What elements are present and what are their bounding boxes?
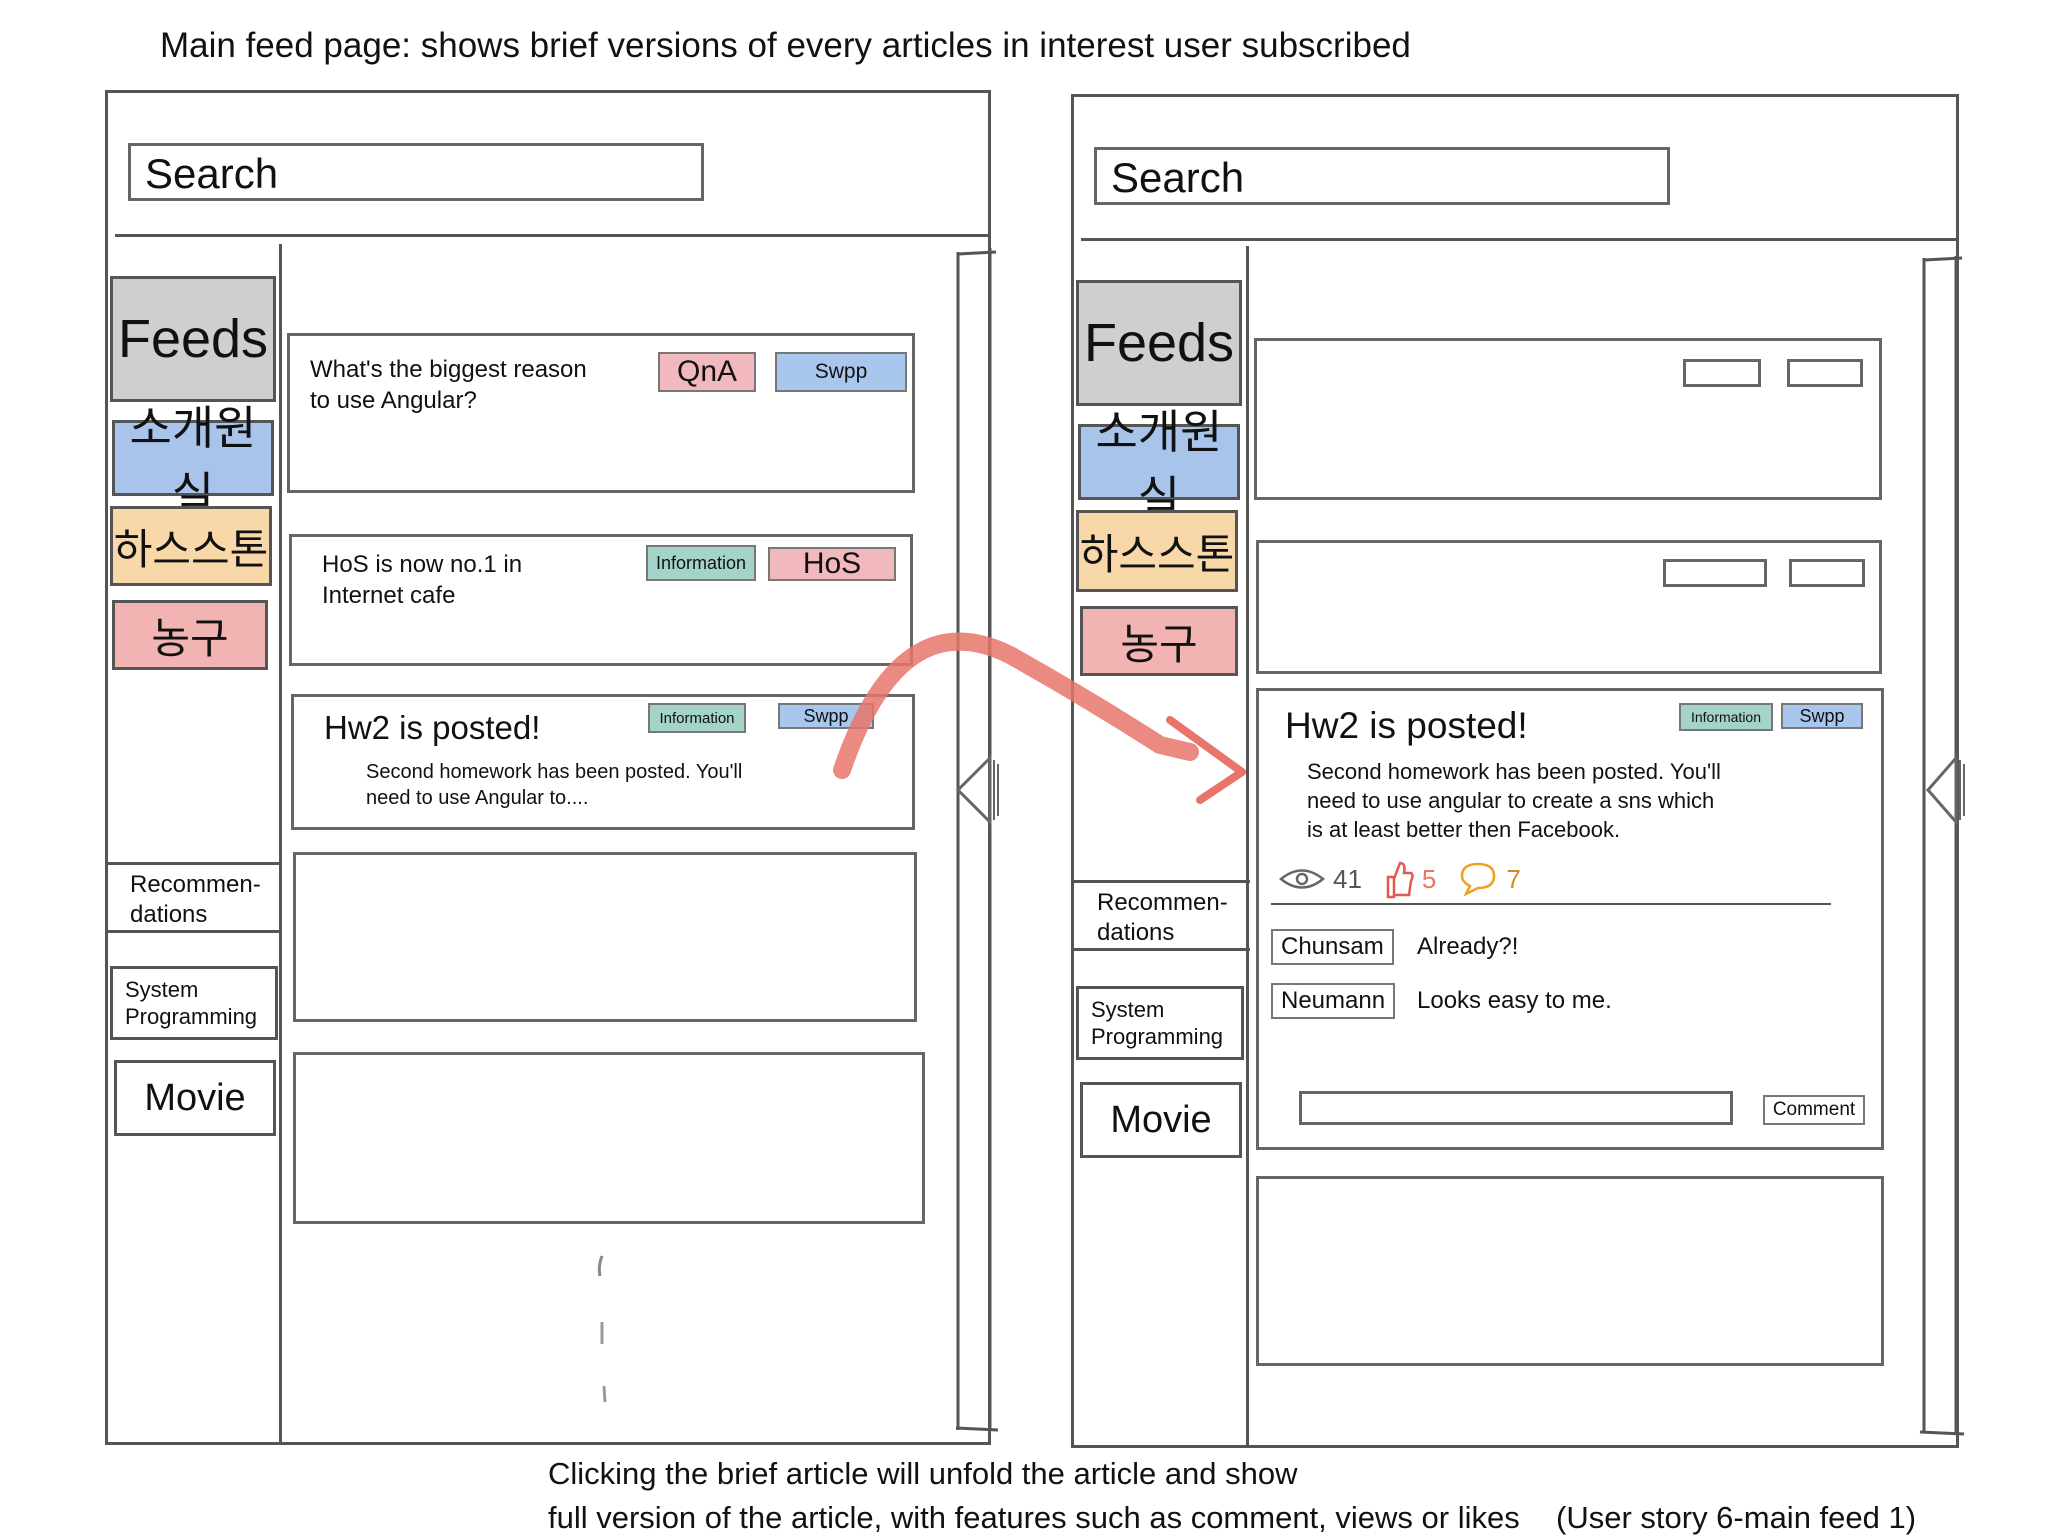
tag-information[interactable]: Information	[646, 545, 756, 581]
article-stats: 41 5 7	[1279, 859, 1535, 899]
comment-button[interactable]: Comment	[1763, 1095, 1865, 1125]
tag-placeholder	[1787, 359, 1863, 387]
right-recommendations-bottom	[1074, 948, 1250, 951]
views-icon	[1279, 869, 1325, 889]
sidebar-item-system-programming[interactable]: System Programming	[1076, 986, 1244, 1060]
feed-card-2[interactable]: HoS is now no.1 in Internet cafe Informa…	[289, 534, 913, 666]
tag-qna[interactable]: QnA	[658, 352, 756, 392]
expanded-article[interactable]: Hw2 is posted! Information Swpp Second h…	[1256, 688, 1884, 1150]
sidebar-item-interest-1[interactable]: 소개원실	[1078, 405, 1240, 525]
sidebar-item-interest-2[interactable]: 하스스톤	[1076, 510, 1238, 592]
sidebar-item-movie[interactable]: Movie	[114, 1060, 276, 1136]
sidebar-item-feeds[interactable]: Feeds	[1076, 280, 1242, 406]
feed-card-3[interactable]: Hw2 is posted! Second homework has been …	[291, 694, 915, 830]
tag-placeholder	[1683, 359, 1761, 387]
feed-card-2-collapsed[interactable]	[1256, 540, 1882, 674]
sidebar-item-system-programming[interactable]: System Programming	[110, 966, 278, 1040]
caption-top: Main feed page: shows brief versions of …	[160, 26, 1411, 65]
comment-input[interactable]	[1299, 1091, 1733, 1125]
left-scrollbar[interactable]	[930, 240, 1000, 1440]
caption-user-story: (User story 6-main feed 1)	[1556, 1500, 1917, 1535]
feed-card-title: HoS is now no.1 in Internet cafe	[322, 551, 523, 609]
search-input[interactable]: Search	[1094, 147, 1670, 205]
tag-swpp[interactable]: Swpp	[778, 703, 874, 729]
like-icon[interactable]	[1384, 859, 1414, 899]
left-header-divider	[115, 234, 991, 237]
comment-text: Already?!	[1417, 933, 1519, 960]
right-header-divider	[1081, 238, 1959, 241]
comments-count: 7	[1506, 863, 1521, 894]
comment-icon[interactable]	[1458, 860, 1498, 898]
comment-author[interactable]: Chunsam	[1271, 929, 1394, 965]
recommendations-label: Recommen- dations	[1097, 889, 1228, 946]
stats-divider	[1271, 903, 1831, 905]
feed-card-5-empty[interactable]	[1256, 1176, 1884, 1366]
tag-hos[interactable]: HoS	[768, 547, 896, 581]
recommendations-label: Recommen- dations	[130, 871, 261, 928]
right-recommendations-top	[1074, 880, 1250, 883]
tag-placeholder	[1663, 559, 1767, 587]
comment-text: Looks easy to me.	[1417, 987, 1612, 1014]
tag-placeholder	[1789, 559, 1865, 587]
feed-card-1-collapsed[interactable]	[1254, 338, 1882, 500]
feed-card-4-empty[interactable]	[293, 852, 917, 1022]
sidebar-item-interest-1[interactable]: 소개원실	[112, 401, 274, 521]
feed-card-body: Second homework has been posted. You'll …	[366, 761, 743, 809]
sidebar-item-movie[interactable]: Movie	[1080, 1082, 1242, 1158]
tag-information[interactable]: Information	[1679, 703, 1773, 731]
left-recommendations-top	[108, 862, 282, 865]
sidebar-item-interest-3[interactable]: 농구	[112, 600, 268, 670]
caption-bottom-line1: Clicking the brief article will unfold t…	[548, 1456, 1298, 1491]
right-scrollbar[interactable]	[1898, 246, 1968, 1446]
tag-swpp[interactable]: Swpp	[1781, 703, 1863, 729]
comment-author[interactable]: Neumann	[1271, 983, 1396, 1019]
article-body: Second homework has been posted. You'll …	[1307, 759, 1721, 842]
views-count: 41	[1333, 863, 1362, 894]
left-recommendations-bottom	[108, 930, 282, 933]
article-title: Hw2 is posted!	[1285, 705, 1528, 746]
feed-card-1[interactable]: What's the biggest reason to use Angular…	[287, 333, 915, 493]
search-input[interactable]: Search	[128, 143, 704, 201]
loading-indicator	[597, 1255, 607, 1403]
feed-card-5-empty[interactable]	[293, 1052, 925, 1224]
feed-card-title: Hw2 is posted!	[324, 709, 541, 746]
feed-card-title: What's the biggest reason to use Angular…	[310, 356, 587, 414]
tag-information[interactable]: Information	[648, 703, 746, 733]
right-sidebar-divider	[1246, 246, 1249, 1446]
likes-count: 5	[1421, 863, 1437, 894]
left-sidebar-divider	[279, 244, 282, 1444]
sidebar-item-interest-3[interactable]: 농구	[1080, 606, 1238, 676]
sidebar-item-interest-2[interactable]: 하스스톤	[110, 506, 272, 586]
tag-swpp[interactable]: Swpp	[775, 352, 907, 392]
sidebar-item-feeds[interactable]: Feeds	[110, 276, 276, 402]
caption-bottom-line2: full version of the article, with featur…	[548, 1500, 1520, 1535]
